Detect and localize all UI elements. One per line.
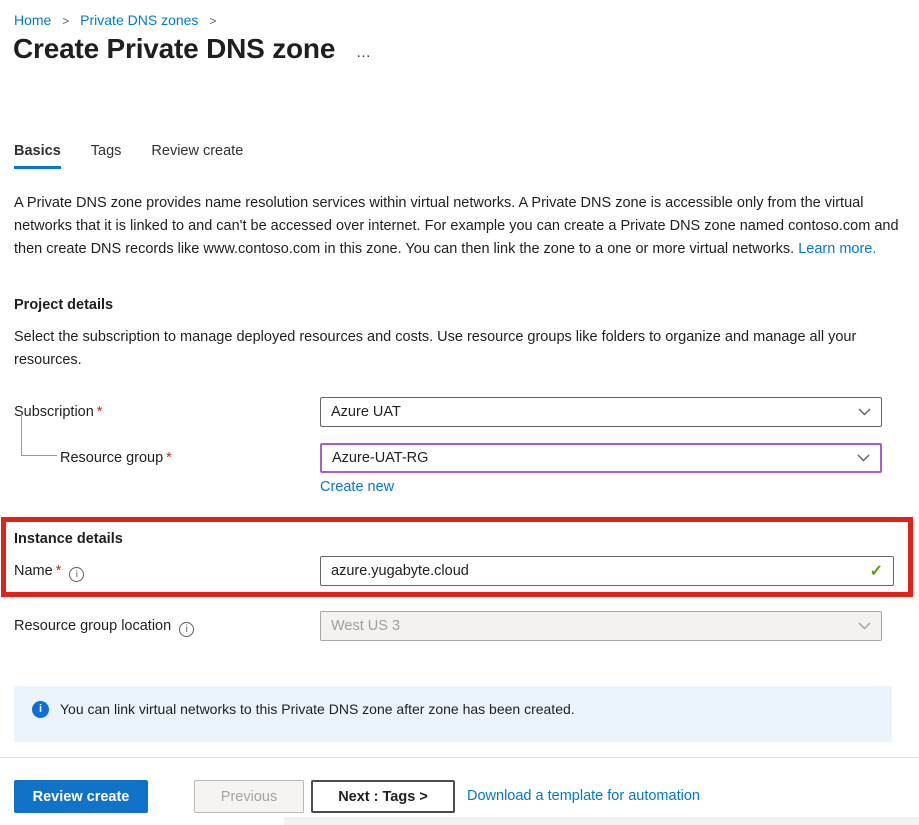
subscription-value: Azure UAT bbox=[331, 404, 850, 420]
required-asterisk: * bbox=[97, 404, 103, 420]
page-title: Create Private DNS zone bbox=[13, 33, 335, 65]
resource-group-dropdown[interactable]: Azure-UAT-RG bbox=[320, 443, 882, 473]
bottom-scroll-strip bbox=[284, 817, 919, 825]
info-icon[interactable]: i bbox=[179, 622, 194, 637]
learn-more-link[interactable]: Learn more. bbox=[798, 241, 876, 257]
next-tags-button[interactable]: Next : Tags > bbox=[311, 780, 455, 813]
name-field-wrapper: ✓ bbox=[320, 556, 894, 586]
instance-details-heading: Instance details bbox=[14, 531, 123, 547]
breadcrumb-separator: > bbox=[62, 14, 69, 28]
location-label: Resource group location i bbox=[14, 611, 194, 641]
subscription-dropdown[interactable]: Azure UAT bbox=[320, 397, 882, 427]
info-banner-icon: i bbox=[32, 701, 49, 718]
resource-group-label-text: Resource group bbox=[60, 450, 163, 466]
resource-group-label: Resource group* bbox=[60, 443, 172, 473]
location-value: West US 3 bbox=[331, 618, 850, 634]
name-label-text: Name bbox=[14, 563, 53, 579]
name-input[interactable] bbox=[331, 563, 862, 579]
tab-tags[interactable]: Tags bbox=[91, 143, 122, 169]
info-icon[interactable]: i bbox=[69, 567, 84, 582]
valid-check-icon: ✓ bbox=[870, 561, 883, 581]
more-menu-icon[interactable]: … bbox=[356, 44, 373, 61]
resource-group-value: Azure-UAT-RG bbox=[332, 450, 849, 466]
project-details-heading: Project details bbox=[14, 297, 113, 313]
location-label-text: Resource group location bbox=[14, 618, 171, 634]
download-template-link[interactable]: Download a template for automation bbox=[467, 788, 700, 804]
chevron-down-icon bbox=[858, 622, 871, 630]
location-dropdown: West US 3 bbox=[320, 611, 882, 641]
breadcrumb-private-dns-zones[interactable]: Private DNS zones bbox=[80, 12, 198, 28]
review-create-button[interactable]: Review create bbox=[14, 780, 148, 813]
intro-text: A Private DNS zone provides name resolut… bbox=[14, 192, 902, 261]
intro-description: A Private DNS zone provides name resolut… bbox=[14, 195, 899, 257]
breadcrumb: Home > Private DNS zones > bbox=[14, 12, 223, 28]
breadcrumb-separator: > bbox=[209, 14, 216, 28]
tab-bar: Basics Tags Review create bbox=[14, 143, 243, 169]
info-banner-text: You can link virtual networks to this Pr… bbox=[60, 701, 575, 717]
name-label: Name* i bbox=[14, 556, 84, 586]
chevron-down-icon bbox=[858, 408, 871, 416]
required-asterisk: * bbox=[56, 563, 62, 579]
field-connector-line bbox=[21, 413, 57, 456]
footer-divider bbox=[0, 757, 919, 758]
info-banner: i You can link virtual networks to this … bbox=[14, 686, 892, 742]
tab-review-create[interactable]: Review create bbox=[151, 143, 243, 169]
create-new-link[interactable]: Create new bbox=[320, 479, 394, 495]
project-details-description: Select the subscription to manage deploy… bbox=[14, 326, 902, 372]
chevron-down-icon bbox=[857, 454, 870, 462]
previous-button: Previous bbox=[194, 780, 304, 813]
breadcrumb-home[interactable]: Home bbox=[14, 12, 51, 28]
tab-basics[interactable]: Basics bbox=[14, 143, 61, 169]
required-asterisk: * bbox=[166, 450, 172, 466]
